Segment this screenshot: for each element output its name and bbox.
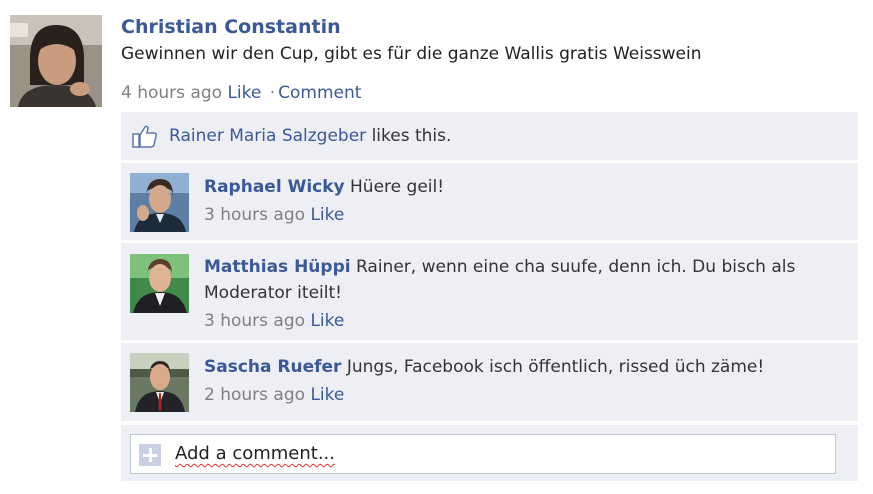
comment-item: Sascha Ruefer Jungs, Facebook isch öffen… [121,343,858,421]
add-comment-input[interactable]: Add a comment... [130,434,836,474]
post-meta: 4 hours ago Like · Comment [121,81,861,105]
comment-item: Raphael Wicky Hüere geil! 3 hours ago Li… [121,163,858,240]
post-like-link[interactable]: Like [227,83,261,103]
comment-author[interactable]: Raphael Wicky [204,177,345,197]
comment-avatar[interactable] [130,173,189,232]
thumbs-up-icon [132,124,158,148]
comment-content: Raphael Wicky Hüere geil! 3 hours ago Li… [204,174,844,228]
comment-timestamp[interactable]: 3 hours ago [204,311,305,331]
likes-suffix: likes this. [366,126,452,146]
post-comment-link[interactable]: Comment [278,83,361,103]
add-comment-placeholder: Add a comment... [175,443,336,464]
comment-meta: 3 hours ago Like [204,308,844,334]
comment-timestamp[interactable]: 3 hours ago [204,205,305,225]
comment-meta: 2 hours ago Like [204,382,844,408]
meta-separator: · [269,83,276,103]
comment-like-link[interactable]: Like [310,311,344,331]
comment-author[interactable]: Sascha Ruefer [204,357,341,377]
comment-text: Hüere geil! [344,177,445,197]
add-comment-row: Add a comment... [121,425,858,481]
post-timestamp[interactable]: 4 hours ago [121,83,222,103]
likes-text: Rainer Maria Salzgeber likes this. [169,123,451,149]
liker-name[interactable]: Rainer Maria Salzgeber [169,126,366,146]
comment-avatar[interactable] [130,353,189,412]
comment-text: Jungs, Facebook isch öffentlich, rissed … [341,357,765,377]
comment-content: Sascha Ruefer Jungs, Facebook isch öffen… [204,354,844,408]
post-author-name[interactable]: Christian Constantin [121,14,861,40]
comment-meta: 3 hours ago Like [204,202,844,228]
post-body: Christian Constantin Gewinnen wir den Cu… [121,14,861,105]
comment-item: Matthias Hüppi Rainer, wenn eine cha suu… [121,243,858,340]
post-message: Gewinnen wir den Cup, gibt es für die ga… [121,44,702,64]
plus-icon [139,444,161,466]
comment-timestamp[interactable]: 2 hours ago [204,385,305,405]
comment-content: Matthias Hüppi Rainer, wenn eine cha suu… [204,254,844,334]
comment-like-link[interactable]: Like [310,205,344,225]
post-author-avatar[interactable] [10,15,102,107]
comment-avatar[interactable] [130,254,189,313]
comment-author[interactable]: Matthias Hüppi [204,257,351,277]
comment-like-link[interactable]: Like [310,385,344,405]
likes-summary: Rainer Maria Salzgeber likes this. [121,112,858,160]
